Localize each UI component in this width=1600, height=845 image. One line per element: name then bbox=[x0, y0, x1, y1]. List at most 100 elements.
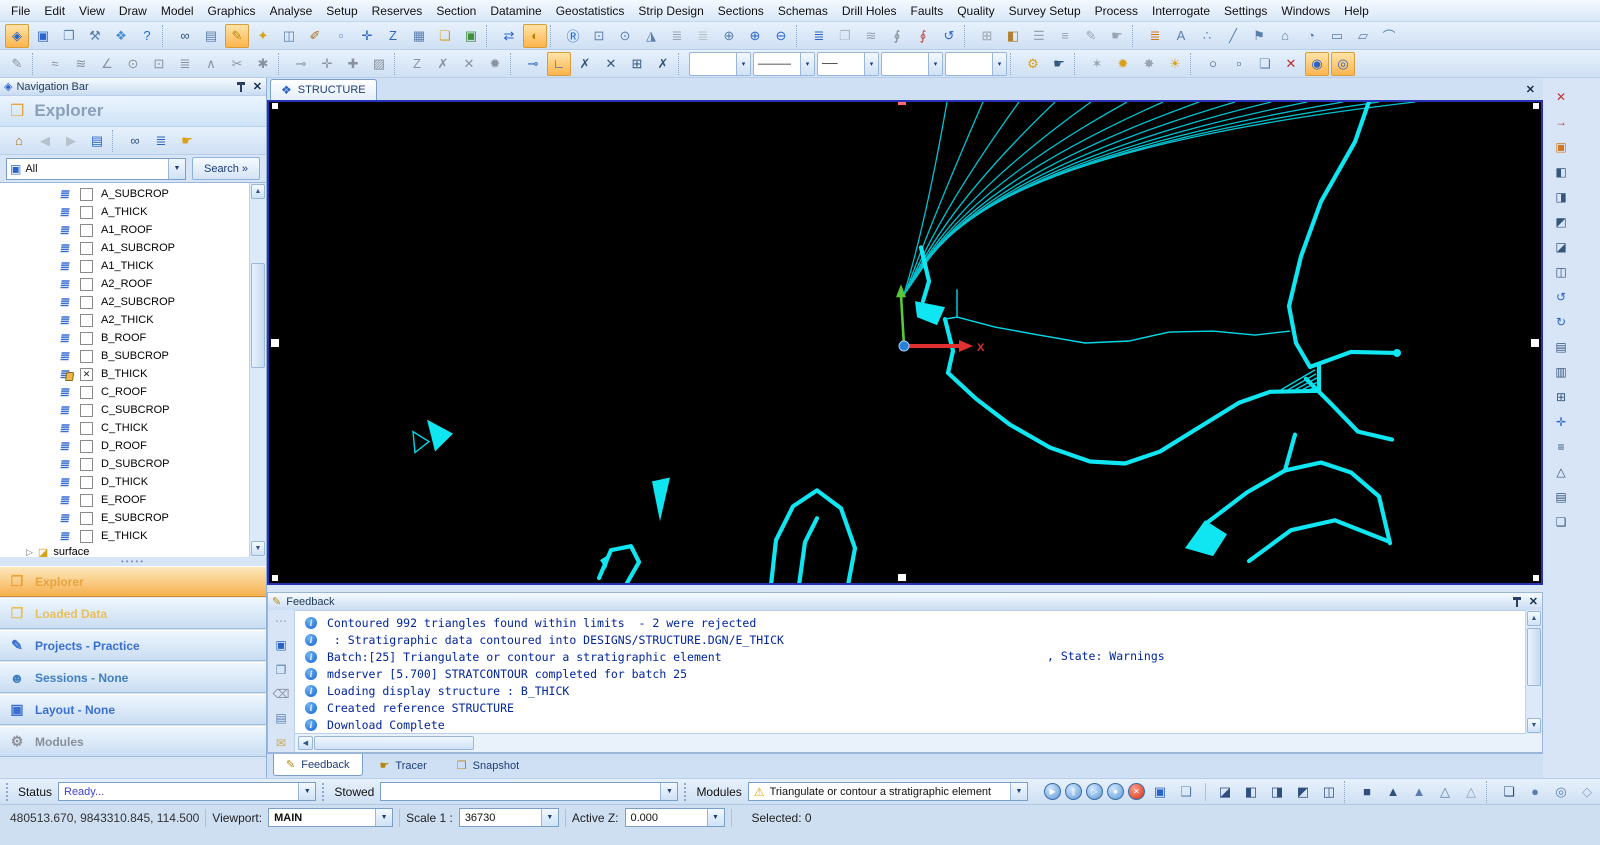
scale-bar-icon[interactable]: ≡▾ bbox=[1550, 436, 1572, 458]
redisplay-icon[interactable]: Ⓡ▾ bbox=[561, 24, 585, 48]
dropdown-arrow-icon[interactable]: ▼ bbox=[375, 809, 393, 826]
feedback-hscrollbar[interactable]: ◀ bbox=[298, 735, 488, 750]
design-data-icon[interactable]: ◐▾ bbox=[523, 23, 547, 48]
tree-item[interactable]: ≣ A1_THICK bbox=[0, 257, 250, 275]
dropdown-arrow-icon[interactable]: ▼ bbox=[540, 809, 558, 826]
solid-pyramid-icon[interactable]: ▲▾ bbox=[1381, 780, 1405, 804]
colour-picker[interactable]: ▾ bbox=[689, 51, 751, 76]
polygon-icon[interactable]: ⌂▾ bbox=[1273, 24, 1297, 48]
visibility-checkbox[interactable] bbox=[80, 403, 93, 417]
panel-splitter[interactable]: ••••• bbox=[0, 557, 266, 566]
tree-item[interactable]: ≣ E_ROOF bbox=[0, 491, 250, 509]
hide-layers-icon[interactable]: ≣▾ bbox=[665, 24, 689, 48]
split-display-icon[interactable]: ◫▾ bbox=[277, 24, 301, 48]
box-select-icon[interactable]: ▫▾ bbox=[1227, 52, 1251, 76]
dropdown-arrow-icon[interactable]: ▼ bbox=[1010, 783, 1028, 800]
menu-item[interactable]: Model bbox=[154, 2, 201, 20]
back-view-icon[interactable]: ◪▾ bbox=[1550, 236, 1572, 258]
feedback-scrollbar[interactable]: ▲ ▼ bbox=[1525, 610, 1542, 734]
solid-cube-icon[interactable]: ■▾ bbox=[1355, 780, 1379, 804]
line-style-picker[interactable]: ——— ▾ bbox=[753, 51, 815, 76]
points-icon[interactable]: ∴▾ bbox=[1195, 24, 1219, 48]
horizontal-splitter[interactable] bbox=[267, 585, 1543, 592]
wedge-icon[interactable]: ◇▾ bbox=[1575, 780, 1599, 804]
block-model-icon[interactable]: ❏▾ bbox=[1497, 780, 1521, 804]
stowed-select[interactable]: ▼ bbox=[380, 782, 679, 801]
ring-icon[interactable]: ◎▾ bbox=[1549, 780, 1573, 804]
tab-tracer[interactable]: ☛ Tracer bbox=[367, 754, 440, 777]
load-image-icon[interactable]: ❏▾ bbox=[433, 24, 457, 48]
menu-item[interactable]: Datamine bbox=[483, 2, 548, 20]
navbtn-loaded-data[interactable]: ❒ Loaded Data bbox=[0, 598, 266, 629]
cascade-windows-icon[interactable]: ❐▾ bbox=[57, 24, 81, 48]
fill-colour-icon[interactable]: ◧▾ bbox=[1001, 24, 1025, 48]
annotate-icon[interactable]: ✎▾ bbox=[225, 23, 249, 48]
rotate-view-icon[interactable]: ◈▾ bbox=[5, 23, 29, 48]
sunlight-icon[interactable]: ☀▾ bbox=[1163, 52, 1187, 76]
filter-string-icon[interactable]: ≋▾ bbox=[69, 52, 93, 76]
show-layers-icon[interactable]: ≣▾ bbox=[691, 24, 715, 48]
visibility-checkbox[interactable] bbox=[80, 277, 93, 291]
bright-lights-icon[interactable]: ✹▾ bbox=[1111, 52, 1135, 76]
tree-item[interactable]: ≣ A1_SUBCROP bbox=[0, 239, 250, 257]
zoom-out-icon[interactable]: ⊖▾ bbox=[769, 24, 793, 48]
menu-item[interactable]: Settings bbox=[1217, 2, 1274, 20]
status-window-icon[interactable]: ▫▾ bbox=[329, 24, 353, 48]
close-icon[interactable]: ✕ bbox=[1529, 595, 1538, 608]
dropdown-arrow-icon[interactable]: ▼ bbox=[660, 783, 678, 800]
modules-select[interactable]: ⚠ Triangulate or contour a stratigraphic… bbox=[747, 782, 1029, 801]
menu-item[interactable]: Strip Design bbox=[631, 2, 710, 20]
tree-item[interactable]: ≣ A1_ROOF bbox=[0, 221, 250, 239]
iso-view-icon[interactable]: ◫▾ bbox=[1550, 261, 1572, 283]
visibility-checkbox[interactable] bbox=[80, 349, 93, 363]
status-select[interactable]: Ready... ▼ bbox=[58, 782, 317, 801]
mail-log-icon[interactable]: ✉▾ bbox=[271, 734, 291, 752]
zoom-extents-icon[interactable]: ⊡▾ bbox=[587, 24, 611, 48]
detach-file-icon[interactable]: ∮▾ bbox=[911, 24, 935, 48]
structure-viewport[interactable]: X bbox=[267, 100, 1543, 585]
explode-string-icon[interactable]: ✹▾ bbox=[483, 52, 507, 76]
pan-hand-icon[interactable]: ☛▾ bbox=[1047, 52, 1071, 76]
walls-icon[interactable]: ▤▾ bbox=[1550, 336, 1572, 358]
grab-icon[interactable]: ☛▾ bbox=[1105, 24, 1129, 48]
insert-point-icon[interactable]: ✚▾ bbox=[341, 52, 365, 76]
solid-pyramid-2-icon[interactable]: ▲▾ bbox=[1407, 780, 1431, 804]
select-outside-icon[interactable]: ◎▾ bbox=[1331, 51, 1355, 76]
tree-item[interactable]: ≣ C_THICK bbox=[0, 419, 250, 437]
select-inside-icon[interactable]: ◉▾ bbox=[1305, 51, 1329, 76]
visibility-checkbox[interactable] bbox=[80, 295, 93, 309]
menu-item[interactable]: View bbox=[72, 2, 112, 20]
parallelogram-icon[interactable]: ▱▾ bbox=[1351, 24, 1375, 48]
tree-item[interactable]: ≣ A2_THICK bbox=[0, 311, 250, 329]
join-strings-icon[interactable]: ✱▾ bbox=[251, 52, 275, 76]
navbtn-projects[interactable]: ✎ Projects - Practice bbox=[0, 630, 266, 661]
view-titles-icon[interactable]: ∞▾ bbox=[173, 24, 197, 48]
queue-process-icon[interactable]: ●▾ bbox=[1107, 783, 1125, 800]
menu-item[interactable]: Process bbox=[1088, 2, 1145, 20]
line-style-icon[interactable]: ☰▾ bbox=[1027, 24, 1051, 48]
details-icon[interactable]: ▤▾ bbox=[85, 129, 109, 153]
scroll-up-icon[interactable]: ▲ bbox=[1527, 611, 1541, 626]
tree-item[interactable]: ≣ C_SUBCROP bbox=[0, 401, 250, 419]
menu-item[interactable]: Help bbox=[1337, 2, 1376, 20]
home-icon[interactable]: ⌂▾ bbox=[7, 129, 31, 153]
close-views-icon[interactable]: ✕▾ bbox=[1550, 86, 1572, 108]
visibility-checkbox[interactable] bbox=[80, 187, 93, 201]
segment-edit-icon[interactable]: ✕▾ bbox=[457, 52, 481, 76]
tree-item[interactable]: ≣ D_SUBCROP bbox=[0, 455, 250, 473]
tree-item[interactable]: ≣ A2_SUBCROP bbox=[0, 293, 250, 311]
help-icon[interactable]: ?▾ bbox=[135, 24, 159, 48]
menu-item[interactable]: Draw bbox=[112, 2, 154, 20]
visibility-checkbox[interactable] bbox=[80, 223, 93, 237]
select-points-icon[interactable]: ⊙▾ bbox=[121, 52, 145, 76]
tab-feedback[interactable]: ✎ Feedback bbox=[273, 754, 363, 776]
run-process-icon[interactable]: ▶▾ bbox=[1044, 783, 1062, 800]
extend-string-icon[interactable]: ⊸▾ bbox=[289, 52, 313, 76]
step-process-icon[interactable]: ▷▾ bbox=[1086, 783, 1104, 800]
save-image-icon[interactable]: ▣▾ bbox=[459, 24, 483, 48]
overlay-icon[interactable]: ❏▾ bbox=[1550, 511, 1572, 533]
scroll-down-icon[interactable]: ▼ bbox=[251, 541, 265, 556]
copy-log-icon[interactable]: ❐▾ bbox=[271, 661, 291, 679]
move-point-icon[interactable]: ✛▾ bbox=[315, 52, 339, 76]
tab-structure[interactable]: ❖ STRUCTURE bbox=[270, 79, 377, 100]
